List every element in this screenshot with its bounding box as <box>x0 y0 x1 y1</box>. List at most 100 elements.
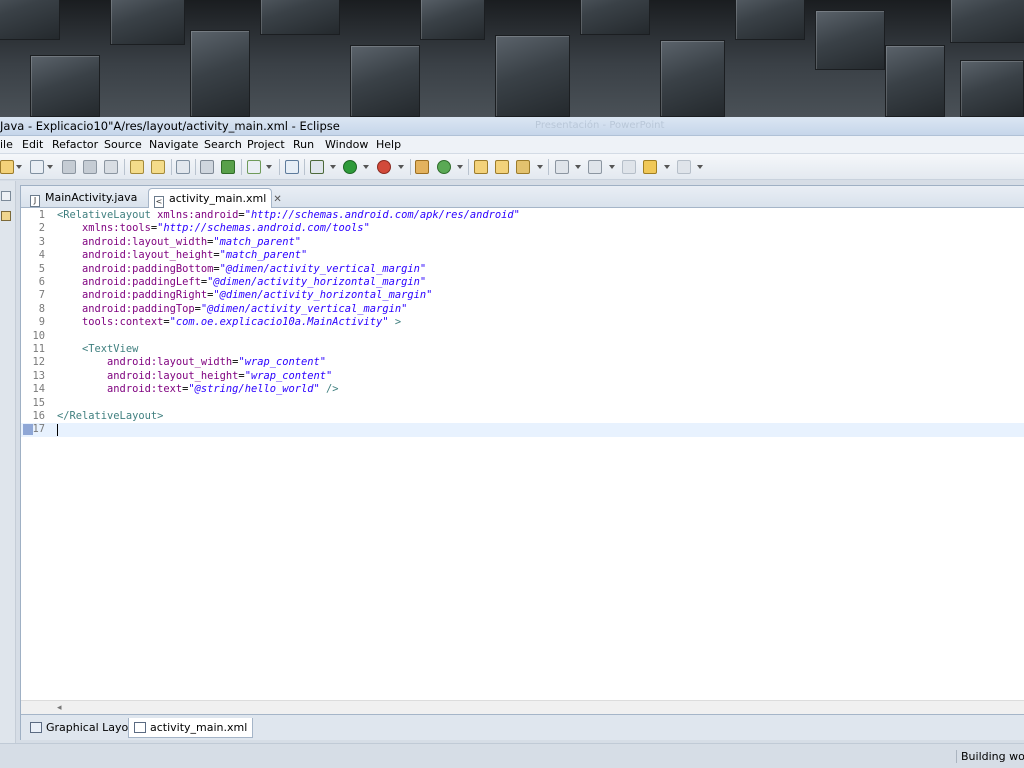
menu-help[interactable]: Help <box>376 138 401 151</box>
title-bar[interactable]: Java - Explicacio10"A/res/layout/activit… <box>0 117 1024 136</box>
code-token: android:paddingRight <box>82 289 208 302</box>
code-line[interactable]: 12 android:layout_width="wrap_content" <box>21 356 1024 369</box>
toolbar-separator <box>241 159 242 175</box>
previous-annotation-dropdown-icon[interactable] <box>609 165 615 169</box>
next-annotation-dropdown-icon[interactable] <box>575 165 581 169</box>
external-tools-dropdown-icon[interactable] <box>398 165 404 169</box>
menu-window[interactable]: Window <box>325 138 368 151</box>
menu-refactor[interactable]: Refactor <box>52 138 98 151</box>
back-icon[interactable] <box>643 160 657 174</box>
menu-project[interactable]: Project <box>247 138 285 151</box>
line-number: 17 <box>32 423 45 436</box>
print-icon[interactable] <box>104 160 118 174</box>
line-number: 6 <box>38 276 45 288</box>
code-token: android:text <box>107 383 183 396</box>
restore-view-icon[interactable] <box>1 191 11 201</box>
external-tools-icon[interactable] <box>377 160 391 174</box>
code-line[interactable]: 7 android:paddingRight="@dimen/activity_… <box>21 289 1024 302</box>
android-sdk-manager-icon[interactable] <box>130 160 144 174</box>
skip-breakpoints-icon[interactable] <box>285 160 299 174</box>
status-text[interactable]: Building work <box>956 750 1024 763</box>
desktop-wallpaper <box>0 0 1024 117</box>
editor-tabstrip: J MainActivity.java < activity_main.xml ✕ <box>21 186 1024 208</box>
new-java-package-icon[interactable] <box>415 160 429 174</box>
tab-activity-main-xml[interactable]: < activity_main.xml ✕ <box>148 188 282 208</box>
save-icon[interactable] <box>62 160 76 174</box>
new-wizard-icon[interactable] <box>30 160 44 174</box>
new-java-class-dropdown-icon[interactable] <box>457 165 463 169</box>
code-line[interactable]: 9 tools:context="com.oe.explicacio10a.Ma… <box>21 316 1024 329</box>
wallpaper-cube <box>815 10 885 70</box>
code-line[interactable]: 16 </RelativeLayout> <box>21 410 1024 423</box>
code-line[interactable]: 1 <RelativeLayout xmlns:android="http://s… <box>21 209 1024 222</box>
new-icon[interactable] <box>0 160 14 174</box>
debug-dropdown-icon[interactable] <box>330 165 336 169</box>
new-java-class-icon[interactable] <box>437 160 451 174</box>
code-token: /> <box>319 383 339 396</box>
code-line[interactable]: 8 android:paddingTop="@dimen/activity_ve… <box>21 303 1024 316</box>
wallpaper-cube <box>420 0 485 40</box>
code-line[interactable]: 3 android:layout_width="match_parent" <box>21 236 1024 249</box>
toolbar-separator <box>468 159 469 175</box>
android-avd-manager-icon[interactable] <box>151 160 165 174</box>
code-line[interactable]: 15 <box>21 397 1024 410</box>
open-type-icon[interactable] <box>200 160 214 174</box>
task-icon[interactable] <box>247 160 261 174</box>
code-token: "@dimen/activity_vertical_margin" <box>200 302 408 315</box>
previous-annotation-icon[interactable] <box>588 160 602 174</box>
code-line[interactable]: 10 <box>21 330 1024 343</box>
menu-run[interactable]: Run <box>293 138 314 151</box>
menu-search[interactable]: Search <box>204 138 242 151</box>
open-task-icon[interactable] <box>495 160 509 174</box>
code-line[interactable]: 13 android:layout_height="wrap_content" <box>21 370 1024 383</box>
menu-navigate[interactable]: Navigate <box>149 138 198 151</box>
last-edit-location-icon[interactable] <box>622 160 636 174</box>
lint-icon[interactable] <box>176 160 190 174</box>
scroll-left-icon[interactable]: ◂ <box>57 703 62 713</box>
xml-source-editor[interactable]: 1 <RelativeLayout xmlns:android="http://s… <box>21 208 1024 700</box>
close-icon[interactable]: ✕ <box>273 194 281 205</box>
code-line[interactable]: 5 android:paddingBottom="@dimen/activity… <box>21 263 1024 276</box>
code-token: "@dimen/activity_vertical_margin" <box>219 262 427 275</box>
package-explorer-icon[interactable] <box>1 211 11 221</box>
new-wizard-dropdown-icon[interactable] <box>47 165 53 169</box>
code-token: "http://schemas.android.com/tools" <box>157 222 370 235</box>
menu-edit[interactable]: Edit <box>22 138 43 151</box>
menu-source[interactable]: Source <box>104 138 142 151</box>
tab-graphical-layout[interactable]: Graphical Layout <box>25 718 145 738</box>
new-dropdown-icon[interactable] <box>16 165 22 169</box>
run-dropdown-icon[interactable] <box>363 165 369 169</box>
wallpaper-cube <box>580 0 650 35</box>
line-text: android:layout_height="wrap_content" <box>57 370 332 383</box>
forward-icon[interactable] <box>677 160 691 174</box>
save-all-icon[interactable] <box>83 160 97 174</box>
debug-icon[interactable] <box>310 160 324 174</box>
code-line[interactable]: 2 xmlns:tools="http://schemas.android.co… <box>21 222 1024 235</box>
code-line-current[interactable]: 17 <box>21 423 1024 437</box>
search-dropdown-icon[interactable] <box>537 165 543 169</box>
forward-dropdown-icon[interactable] <box>697 165 703 169</box>
search-icon[interactable] <box>516 160 530 174</box>
menu-file[interactable]: ile <box>0 138 13 151</box>
tab-mainactivity-java[interactable]: J MainActivity.java <box>26 188 144 208</box>
horizontal-scrollbar[interactable]: ◂ <box>21 700 1024 714</box>
java-file-icon: J <box>30 195 40 207</box>
code-line[interactable]: 6 android:paddingLeft="@dimen/activity_h… <box>21 276 1024 289</box>
code-line[interactable]: 4 android:layout_height="match_parent" <box>21 249 1024 262</box>
open-project-icon[interactable] <box>474 160 488 174</box>
back-dropdown-icon[interactable] <box>664 165 670 169</box>
toolbar-separator <box>548 159 549 175</box>
tab-label: Graphical Layout <box>46 721 140 734</box>
task-dropdown-icon[interactable] <box>266 165 272 169</box>
code-line[interactable]: 14 android:text="@string/hello_world" /> <box>21 383 1024 396</box>
next-annotation-icon[interactable] <box>555 160 569 174</box>
run-icon[interactable] <box>343 160 357 174</box>
code-line[interactable]: 11 <TextView <box>21 343 1024 356</box>
tab-xml-source[interactable]: activity_main.xml <box>128 718 254 738</box>
terminal-icon[interactable] <box>221 160 235 174</box>
line-text: android:layout_width="match_parent" <box>57 236 301 249</box>
code-token: android:layout_width <box>82 235 208 248</box>
wallpaper-cube <box>495 35 570 117</box>
